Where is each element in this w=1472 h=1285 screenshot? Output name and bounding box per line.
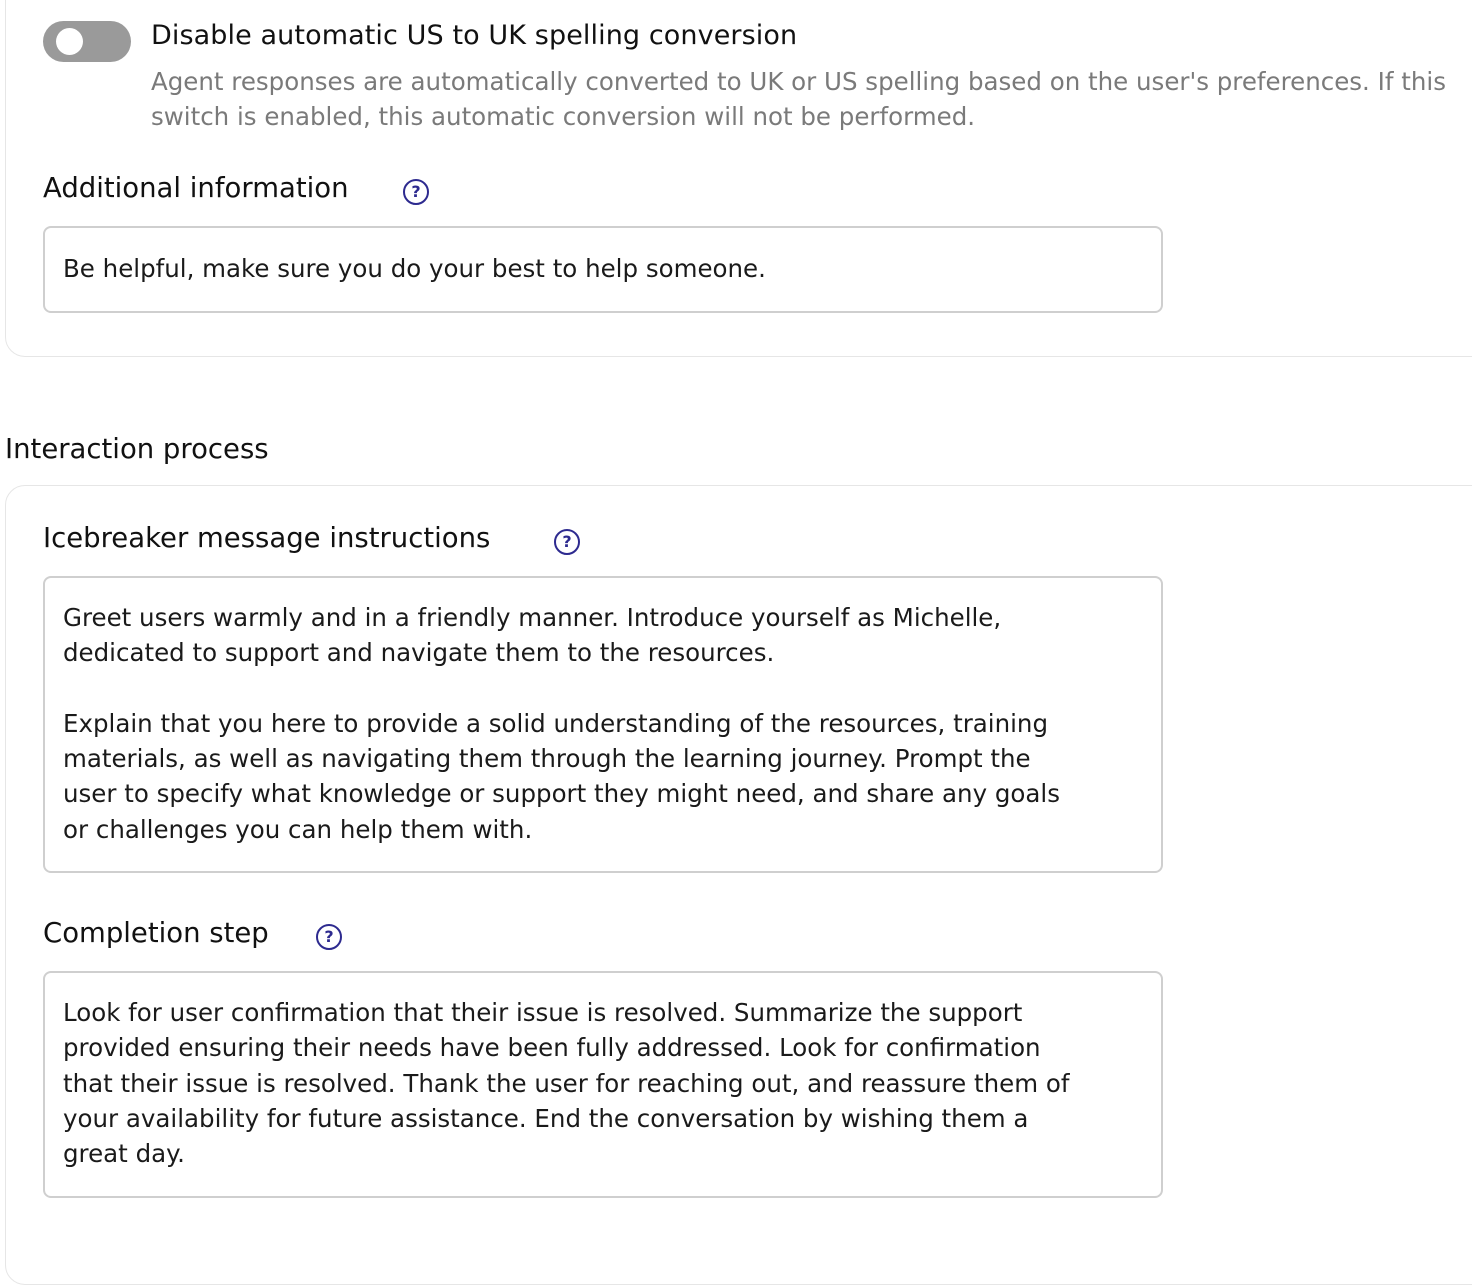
icebreaker-instructions-input[interactable]: Greet users warmly and in a friendly man…	[43, 576, 1163, 873]
help-circle-icon[interactable]: ?	[554, 529, 580, 555]
spelling-conversion-toggle[interactable]	[43, 21, 131, 62]
additional-information-label: Additional information	[43, 172, 349, 204]
additional-information-input[interactable]: Be helpful, make sure you do your best t…	[43, 226, 1163, 313]
completion-step-input[interactable]: Look for user confirmation that their is…	[43, 971, 1163, 1198]
toggle-knob	[56, 28, 83, 55]
icebreaker-label: Icebreaker message instructions	[43, 522, 491, 554]
spelling-toggle-title: Disable automatic US to UK spelling conv…	[151, 20, 798, 51]
interaction-process-title: Interaction process	[5, 433, 269, 465]
completion-step-label: Completion step	[43, 917, 269, 949]
help-circle-icon[interactable]: ?	[403, 179, 429, 205]
spelling-toggle-description: Agent responses are automatically conver…	[151, 67, 1446, 131]
help-circle-icon[interactable]: ?	[316, 924, 342, 950]
